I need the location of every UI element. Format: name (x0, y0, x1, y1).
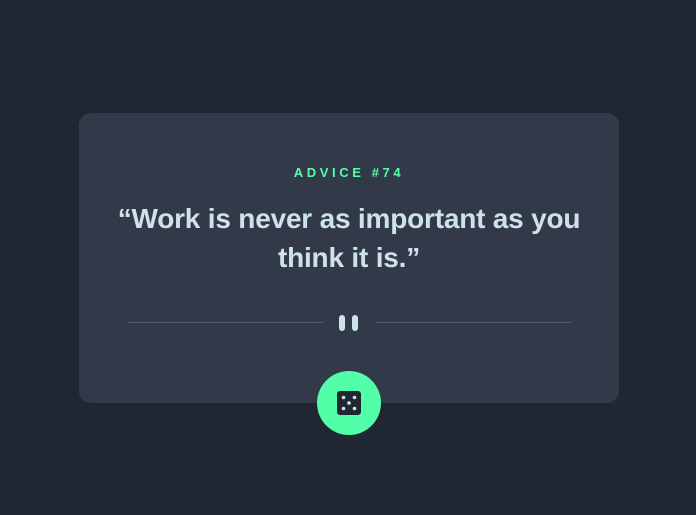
pause-icon (338, 315, 360, 331)
advice-quote: “Work is never as important as you think… (117, 203, 581, 273)
pause-bar-right (352, 315, 358, 331)
pause-bar-left (339, 315, 345, 331)
advice-id-label: ADVICE #74 (293, 165, 405, 180)
divider (127, 311, 571, 335)
dice-icon (337, 391, 361, 415)
advice-card: ADVICE #74 “Work is never as important a… (79, 113, 619, 403)
new-advice-button[interactable] (317, 371, 381, 435)
divider-line-right (375, 322, 571, 323)
divider-line-left (127, 322, 323, 323)
